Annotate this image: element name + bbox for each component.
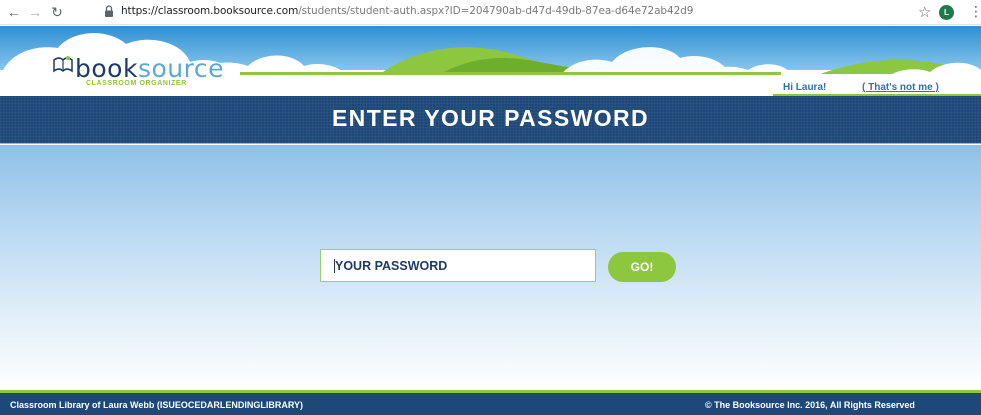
not-me-link[interactable]: ( That's not me ) xyxy=(862,82,939,93)
footer: Classroom Library of Laura Webb (ISUEOCE… xyxy=(0,390,981,415)
main-content: GO! xyxy=(0,145,981,390)
footer-copyright: © The Booksource Inc. 2016, All Rights R… xyxy=(705,400,915,410)
logo-source-text: source xyxy=(137,54,224,83)
lock-icon xyxy=(105,5,113,17)
browser-menu-icon[interactable]: ⋮ xyxy=(969,3,981,20)
profile-avatar[interactable]: L xyxy=(939,5,954,20)
url-path: /students/student-auth.aspx?ID=204790ab-… xyxy=(298,5,694,17)
address-bar[interactable]: https://classroom.booksource.com/student… xyxy=(121,5,693,17)
browser-toolbar: ← → ↻ https://classroom.booksource.com/s… xyxy=(0,0,981,25)
page-title: ENTER YOUR PASSWORD xyxy=(331,105,650,131)
open-book-logo-icon xyxy=(53,56,73,73)
text-caret xyxy=(334,259,335,273)
go-button[interactable]: GO! xyxy=(608,252,676,282)
logo-subtitle: CLASSROOM ORGANIZER xyxy=(86,80,187,87)
title-bar: ENTER YOUR PASSWORD xyxy=(0,96,981,144)
back-arrow-icon[interactable]: ← xyxy=(6,3,22,21)
url-domain: https://classroom.booksource.com xyxy=(121,5,299,17)
booksource-logo[interactable]: booksource xyxy=(75,54,224,83)
footer-library-text: Classroom Library of Laura Webb (ISUEOCE… xyxy=(10,400,304,410)
forward-arrow-icon[interactable]: → xyxy=(27,3,43,21)
reload-icon[interactable]: ↻ xyxy=(49,3,65,21)
site-header: booksource CLASSROOM ORGANIZER xyxy=(0,26,981,96)
logo-book-text: book xyxy=(75,54,138,83)
user-greeting: Hi Laura! xyxy=(783,82,827,93)
password-input[interactable] xyxy=(320,249,596,282)
bookmark-star-icon[interactable]: ☆ xyxy=(918,3,931,21)
